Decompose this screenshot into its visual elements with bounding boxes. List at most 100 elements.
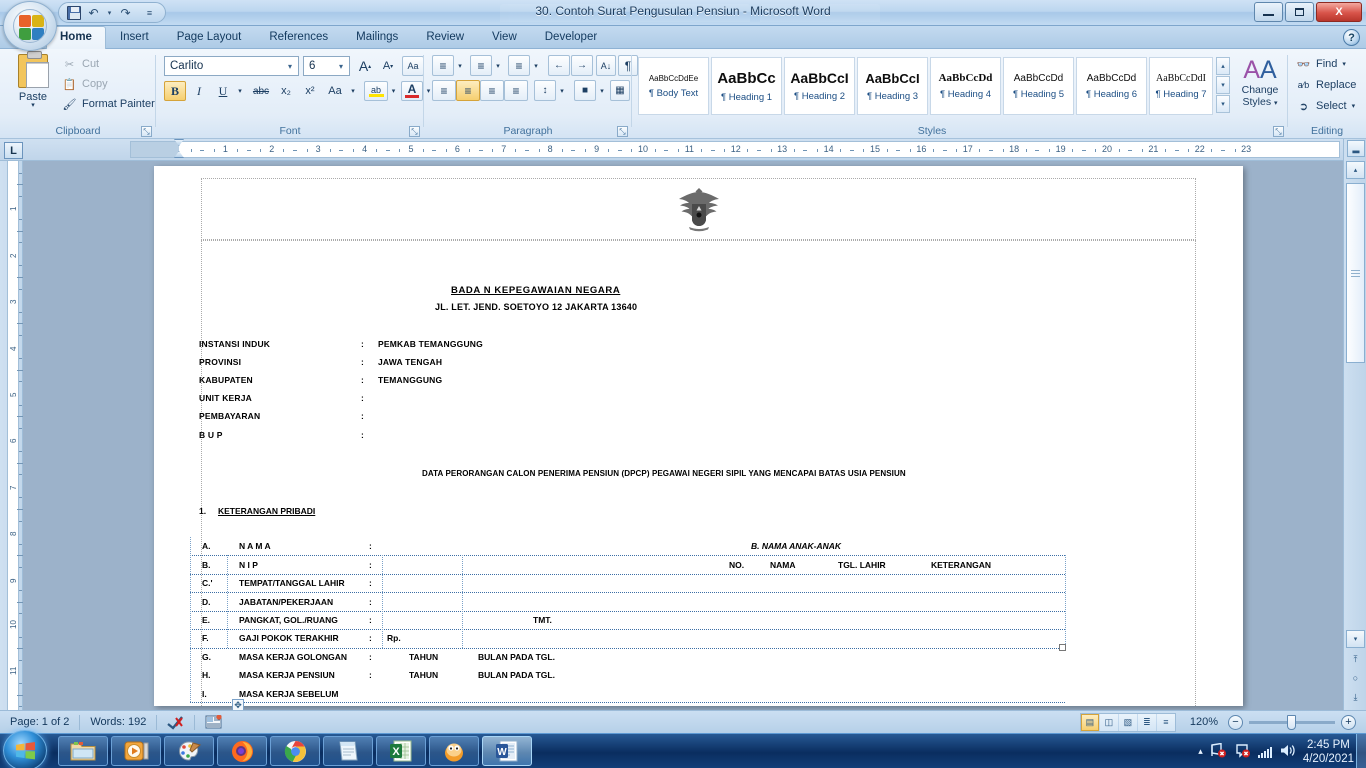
style-heading-1[interactable]: AaBbCс ¶ Heading 1	[711, 57, 782, 115]
close-button[interactable]: X	[1316, 2, 1362, 22]
strikethrough-button[interactable]: abc	[249, 81, 273, 101]
bullets-button[interactable]: ≡	[432, 55, 454, 76]
grow-font-button[interactable]: A ▴	[354, 56, 376, 76]
numbering-chevron-down-icon[interactable]: ▾	[492, 55, 504, 76]
save-button[interactable]	[65, 4, 82, 21]
view-full-screen-reading-button[interactable]: ◫	[1099, 713, 1118, 731]
help-icon[interactable]: ?	[1343, 29, 1360, 46]
document-content[interactable]: BADA N KEPEGAWAIAN NEGARA JL. LET. JEND.…	[154, 166, 1243, 706]
font-size-combobox[interactable]: 6 ▾	[303, 56, 350, 76]
decrease-indent-button[interactable]: ←	[548, 55, 570, 76]
document-canvas[interactable]: BADA N KEPEGAWAIAN NEGARA JL. LET. JEND.…	[23, 161, 1343, 710]
action-center-error-icon[interactable]	[1234, 743, 1251, 761]
cut-button[interactable]: ✂ Cut	[62, 55, 99, 73]
tab-page-layout[interactable]: Page Layout	[163, 26, 256, 49]
font-name-chevron-down-icon[interactable]: ▾	[283, 62, 297, 71]
shading-chevron-down-icon[interactable]: ▾	[596, 80, 608, 101]
style-body-text[interactable]: AaBbCcDdEe ¶ Body Text	[638, 57, 709, 115]
tab-view[interactable]: View	[478, 26, 531, 49]
styles-more-button[interactable]: ▾	[1216, 95, 1230, 113]
style-heading-2[interactable]: AaBbCcI ¶ Heading 2	[784, 57, 855, 115]
next-page-button[interactable]: ⤓	[1346, 688, 1365, 706]
font-color-button[interactable]: A	[401, 81, 423, 101]
select-button[interactable]: ➲ Select ▾	[1296, 97, 1355, 115]
scroll-down-button[interactable]: ▾	[1346, 630, 1365, 648]
view-draft-button[interactable]: ≡	[1156, 713, 1175, 731]
underline-button[interactable]: U	[212, 81, 234, 101]
zoom-in-button[interactable]: +	[1341, 714, 1356, 730]
table-resize-handle[interactable]	[1059, 644, 1066, 651]
styles-scroll-up-button[interactable]: ▴	[1216, 57, 1230, 75]
select-browse-object-button[interactable]: ○	[1346, 669, 1365, 687]
subscript-button[interactable]: x₂	[275, 81, 297, 101]
zoom-slider-thumb[interactable]	[1287, 714, 1296, 730]
line-spacing-button[interactable]: ↕	[534, 80, 556, 101]
customize-quick-access-button[interactable]: ≡	[141, 4, 158, 21]
undo-dropdown-arrow-icon[interactable]: ▾	[105, 4, 114, 21]
paste-dropdown-arrow-icon[interactable]: ▾	[31, 102, 35, 109]
change-styles-chevron-down-icon[interactable]: ▾	[1274, 100, 1278, 107]
scroll-up-button[interactable]: ▴	[1346, 161, 1365, 179]
taskbar-item-notepad[interactable]	[323, 736, 373, 766]
clear-formatting-button[interactable]: Aa	[402, 56, 424, 76]
font-size-chevron-down-icon[interactable]: ▾	[334, 62, 348, 71]
table-move-handle[interactable]: ✥	[232, 699, 244, 710]
taskbar-item-paint[interactable]	[164, 736, 214, 766]
superscript-button[interactable]: x²	[299, 81, 321, 101]
show-desktop-button[interactable]	[1356, 734, 1366, 768]
signal-bars-icon[interactable]	[1257, 746, 1272, 758]
taskbar-item-gimp[interactable]	[429, 736, 479, 766]
style-heading-4[interactable]: AaBbCcDd ¶ Heading 4	[930, 57, 1001, 115]
shrink-font-button[interactable]: A ▾	[377, 56, 399, 76]
change-case-chevron-down-icon[interactable]: ▾	[347, 81, 359, 101]
shading-button[interactable]: ■	[574, 80, 596, 101]
style-heading-3[interactable]: AaBbCcI ¶ Heading 3	[857, 57, 928, 115]
borders-button[interactable]: ▦	[610, 80, 630, 101]
language-icon[interactable]	[195, 711, 232, 734]
style-heading-7[interactable]: AaBbCcDdI ¶ Heading 7	[1149, 57, 1213, 115]
start-button[interactable]	[3, 730, 47, 768]
tab-insert[interactable]: Insert	[106, 26, 163, 49]
tab-stop-selector-button[interactable]: L	[4, 142, 23, 159]
multilevel-chevron-down-icon[interactable]: ▾	[530, 55, 542, 76]
copy-button[interactable]: 📋 Copy	[62, 75, 108, 93]
style-heading-5[interactable]: AaBbCcDd ¶ Heading 5	[1003, 57, 1074, 115]
align-center-button[interactable]: ≡	[456, 80, 480, 101]
bullets-chevron-down-icon[interactable]: ▾	[454, 55, 466, 76]
taskbar-item-firefox[interactable]	[217, 736, 267, 766]
font-name-combobox[interactable]: Carlito ▾	[164, 56, 299, 76]
increase-indent-button[interactable]: →	[571, 55, 593, 76]
document-page[interactable]: BADA N KEPEGAWAIAN NEGARA JL. LET. JEND.…	[154, 166, 1243, 706]
zoom-level-label[interactable]: 120%	[1176, 711, 1228, 734]
taskbar-item-windows-media-player[interactable]	[111, 736, 161, 766]
underline-chevron-down-icon[interactable]: ▾	[234, 81, 246, 101]
select-chevron-down-icon[interactable]: ▾	[1352, 102, 1356, 110]
network-error-icon[interactable]	[1210, 742, 1227, 761]
volume-icon[interactable]	[1279, 743, 1296, 761]
paste-button[interactable]: Paste ▾	[10, 51, 56, 116]
scrollbar-thumb[interactable]	[1346, 183, 1365, 363]
styles-dialog-launcher[interactable]: ⤡	[1273, 126, 1284, 137]
format-painter-button[interactable]: 🖌 Format Painter	[62, 95, 155, 113]
view-web-layout-button[interactable]: ▧	[1118, 713, 1137, 731]
line-spacing-chevron-down-icon[interactable]: ▾	[556, 80, 568, 101]
replace-button[interactable]: a⁄b Replace	[1296, 76, 1357, 94]
tab-mailings[interactable]: Mailings	[342, 26, 412, 49]
styles-scroll-down-button[interactable]: ▾	[1216, 76, 1230, 94]
font-dialog-launcher[interactable]: ⤡	[409, 126, 420, 137]
multilevel-list-button[interactable]: ≡	[508, 55, 530, 76]
align-left-button[interactable]: ≡	[432, 80, 456, 101]
tab-review[interactable]: Review	[412, 26, 478, 49]
paragraph-dialog-launcher[interactable]: ⤡	[617, 126, 628, 137]
change-case-button[interactable]: Aa	[323, 81, 347, 101]
taskbar-item-microsoft-word[interactable]: W	[482, 736, 532, 766]
taskbar-item-microsoft-excel[interactable]: X	[376, 736, 426, 766]
zoom-out-button[interactable]: −	[1228, 714, 1243, 730]
bold-button[interactable]: B	[164, 81, 186, 101]
zoom-slider[interactable]: − +	[1228, 714, 1366, 730]
clipboard-dialog-launcher[interactable]: ⤡	[141, 126, 152, 137]
tab-references[interactable]: References	[255, 26, 342, 49]
text-highlight-color-button[interactable]: ab	[364, 81, 388, 101]
page-indicator[interactable]: Page: 1 of 2	[0, 711, 79, 734]
tab-developer[interactable]: Developer	[531, 26, 611, 49]
